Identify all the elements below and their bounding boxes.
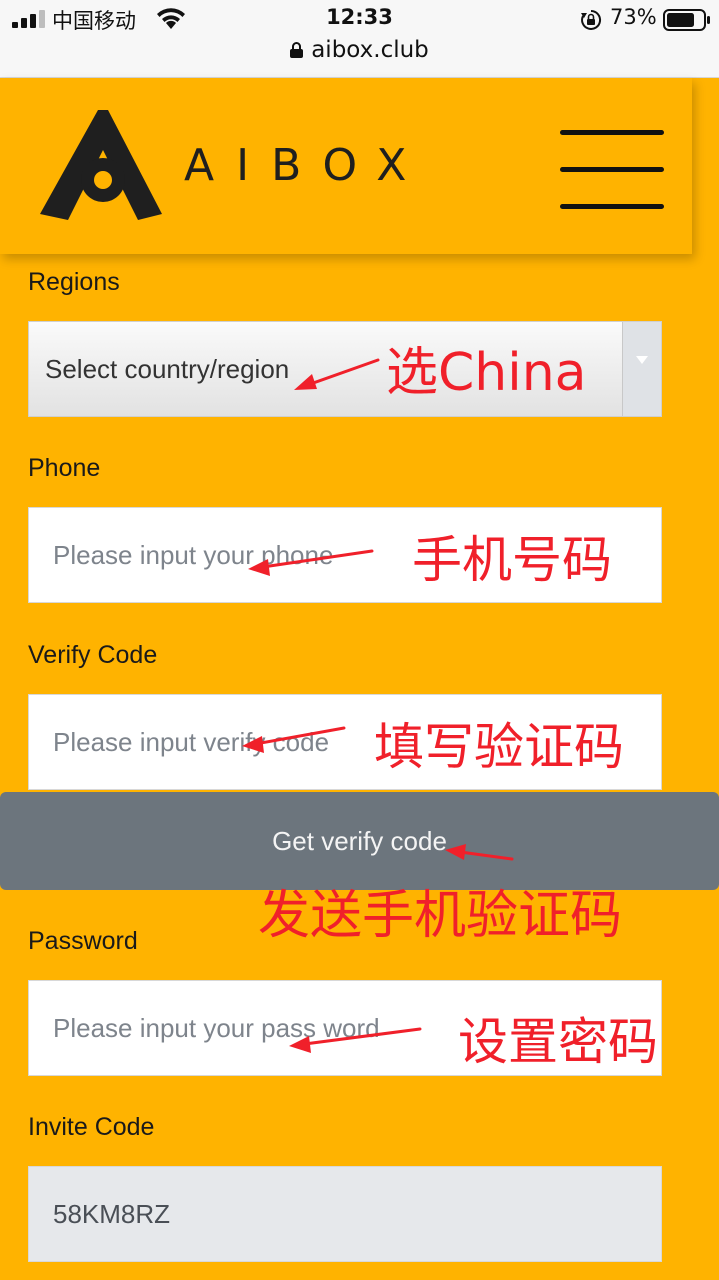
annotation-verify-code: 填写验证码 <box>374 718 624 776</box>
menu-bar-icon <box>560 204 664 209</box>
chevron-down-icon <box>636 356 648 364</box>
invite-code-input[interactable] <box>28 1166 662 1262</box>
verify-code-label: Verify Code <box>28 641 158 669</box>
logo-icon <box>40 110 162 220</box>
site-header: AIBOX <box>0 78 692 254</box>
invite-code-label: Invite Code <box>28 1113 155 1141</box>
annotation-password: 设置密码 <box>458 1013 658 1071</box>
regions-label: Regions <box>28 268 120 296</box>
lock-icon <box>290 42 304 58</box>
password-label: Password <box>28 927 138 955</box>
annotation-phone: 手机号码 <box>412 531 612 589</box>
hamburger-menu-button[interactable] <box>560 130 664 210</box>
annotation-region: 选China <box>386 343 587 403</box>
phone-label: Phone <box>28 454 101 482</box>
select-arrow-box <box>622 322 661 416</box>
menu-bar-icon <box>560 167 664 172</box>
orientation-lock-icon <box>581 9 602 30</box>
status-bar: 中国移动 12:33 73% aibox.club <box>0 0 719 78</box>
battery-percentage: 73% <box>610 5 657 29</box>
get-verify-code-button[interactable]: Get verify code <box>0 792 719 890</box>
menu-bar-icon <box>560 130 664 135</box>
annotation-send-code: 发送手机验证码 <box>258 886 623 946</box>
address-bar[interactable]: aibox.club <box>0 37 719 63</box>
battery-icon <box>663 9 710 31</box>
url-text: aibox.club <box>311 37 429 63</box>
logo-text: AIBOX <box>184 140 429 191</box>
region-select-value: Select country/region <box>45 354 290 384</box>
